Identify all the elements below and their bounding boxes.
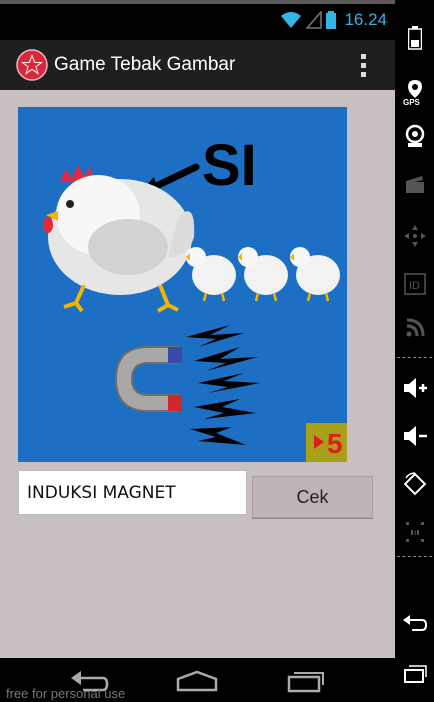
overflow-dot [360, 62, 366, 68]
phone-screen: 16.24 Game Tebak Gambar SI 5 INDUKSI MAG… [0, 0, 395, 702]
video-icon [405, 176, 424, 193]
status-bar: 16.24 [0, 0, 395, 40]
battery-status-icon [326, 11, 337, 29]
puzzle-illustration: SI 5 [43, 133, 347, 462]
battery-icon [407, 26, 422, 50]
chick-icon [238, 247, 288, 302]
scale-icon [405, 522, 424, 542]
star-logo-icon[interactable] [16, 49, 48, 81]
id-icon: ID [403, 273, 426, 295]
hen-icon [43, 165, 195, 313]
webcam-button[interactable] [395, 118, 434, 154]
network-icon [406, 318, 424, 337]
battery-button[interactable] [395, 20, 434, 56]
puzzle-word-label: SI [202, 133, 257, 198]
volume-down-button[interactable] [395, 418, 434, 454]
dpad-button[interactable] [395, 218, 434, 254]
panel-recent-apps-button[interactable] [395, 656, 434, 692]
recent-apps-icon [403, 665, 427, 683]
lightning-icon [186, 325, 260, 445]
cek-button[interactable]: Cek [252, 476, 373, 518]
gps-icon: GPS [403, 80, 422, 106]
puzzle-image: SI 5 [18, 107, 347, 462]
action-bar: Game Tebak Gambar [0, 40, 395, 90]
counter-value: 5 [327, 428, 343, 459]
status-strip [0, 0, 395, 4]
webcam-icon [405, 124, 424, 147]
gps-label: GPS [403, 98, 421, 106]
panel-back-button[interactable] [395, 606, 434, 642]
overflow-dot [360, 53, 366, 59]
id-label: ID [409, 280, 420, 292]
dpad-icon [403, 225, 426, 247]
volume-up-button[interactable] [395, 370, 434, 406]
panel-divider [397, 556, 432, 557]
wifi-icon [281, 12, 302, 28]
chick-icon [290, 247, 340, 302]
panel-divider [397, 357, 432, 358]
home-icon [176, 670, 218, 692]
app-title: Game Tebak Gambar [54, 54, 236, 75]
nav-recent-apps-button[interactable] [280, 666, 330, 696]
scale-button[interactable] [395, 514, 434, 550]
back-icon [402, 615, 427, 631]
watermark-text: free for personal use [6, 686, 126, 701]
nav-home-button[interactable] [172, 666, 222, 696]
answer-input[interactable] [18, 470, 247, 515]
overflow-menu-button[interactable] [351, 40, 375, 90]
video-button[interactable] [395, 166, 434, 202]
volume-up-icon [403, 378, 427, 398]
network-button[interactable] [395, 310, 434, 346]
recent-apps-icon [287, 672, 324, 693]
signal-icon [306, 11, 323, 29]
status-time: 16.24 [344, 10, 387, 29]
rotate-button[interactable] [395, 466, 434, 502]
overflow-dot [360, 71, 366, 77]
emulator-side-panel: GPS ID [395, 0, 434, 702]
status-icons: 16.24 [280, 10, 387, 30]
id-button[interactable]: ID [395, 266, 434, 302]
content-area: SI 5 INDUKSI MAGNET Cek [0, 90, 395, 658]
chick-icon [186, 247, 236, 302]
gps-button[interactable]: GPS [395, 74, 434, 110]
volume-down-icon [403, 426, 427, 446]
magnet-icon [114, 346, 182, 412]
rotate-icon [403, 472, 426, 496]
